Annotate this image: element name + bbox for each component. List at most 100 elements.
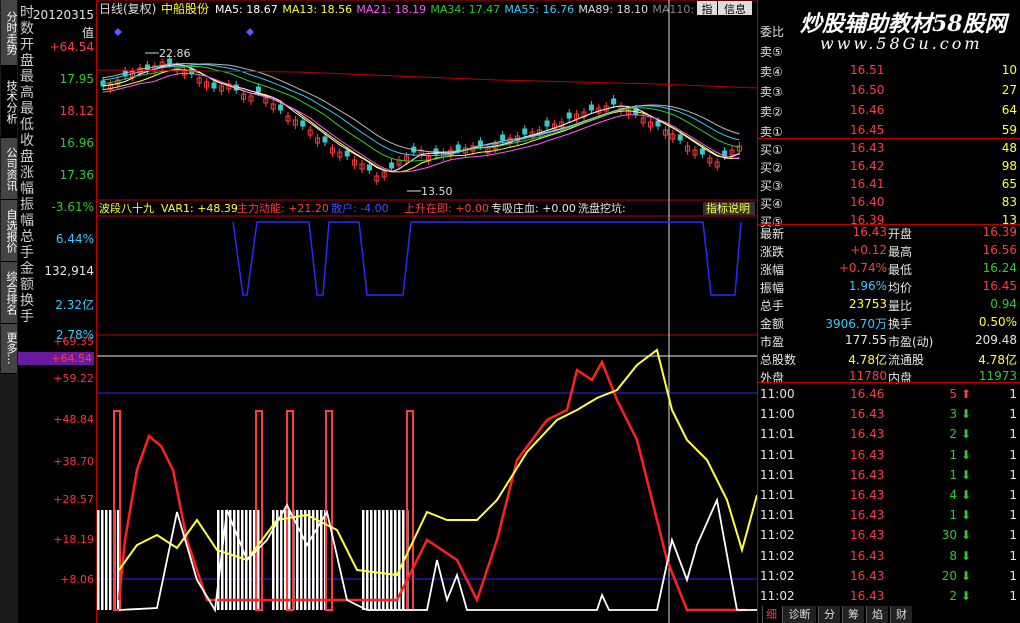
- axis-tick-label: +38.70: [53, 455, 94, 468]
- quote-value: 209.48: [975, 333, 1017, 347]
- bottom-tab[interactable]: 财: [890, 606, 912, 623]
- tick-count: 1: [1009, 427, 1017, 442]
- quote-value: 0.94: [990, 297, 1017, 311]
- quote-row: 总股数 4.78亿 流通股 4.78亿: [758, 348, 1020, 368]
- quote-row: 最新 16.43 开盘 16.39: [758, 222, 1020, 242]
- axis-tick-label: +18.19: [53, 533, 94, 546]
- indicator-axis: +69.35 +64.54 +59.22 +48.84 +38.70 +28.57 +18.…: [18, 335, 97, 623]
- candle-body: [522, 128, 528, 135]
- ask-row: 卖① 16.45 59: [758, 120, 1020, 140]
- tick-row: 11:01 16.43 1 ⬇ 1: [758, 445, 1020, 465]
- tick-time: 11:01: [760, 467, 795, 482]
- quote-value: 16.24: [982, 261, 1017, 275]
- quote-row: 振幅 1.96% 均价 16.45: [758, 276, 1020, 296]
- bid-price: 16.40: [850, 195, 885, 209]
- order-ratio-label: 委比: [760, 25, 785, 39]
- kline-chart[interactable]: 日线(复权) 中船股份 MA5: 18.67 MA13: 18.56 MA21: 1…: [97, 0, 757, 623]
- tick-count: 1: [1009, 467, 1017, 482]
- axis-tick-label: +8.06: [60, 573, 94, 586]
- indicator-bar: [386, 510, 389, 610]
- candle-body: [655, 120, 661, 127]
- indicator-value: 洗盘挖坑:: [578, 201, 626, 215]
- quote-value: 16.45: [982, 279, 1017, 293]
- bid-row: 买① 16.43 48: [758, 138, 1020, 158]
- tab-company-info[interactable]: 公司资讯: [1, 138, 18, 200]
- tick-price: 16.46: [850, 387, 885, 401]
- quote-value: 16.56: [982, 243, 1017, 257]
- down-arrow-icon: ⬇: [960, 488, 971, 502]
- quote-value: 1.96%: [848, 279, 887, 293]
- info-value: 16.96: [59, 136, 94, 150]
- axis-tick-label: +48.84: [53, 413, 94, 426]
- tick-time: 11:02: [760, 548, 795, 563]
- indicator-bar: [308, 510, 311, 610]
- quote-value: +0.74%: [838, 261, 887, 275]
- ask-volume: 10: [1001, 63, 1017, 77]
- signal-marker: [114, 28, 122, 36]
- down-arrow-icon: ⬇: [960, 407, 971, 422]
- quote-value: 177.55: [845, 333, 887, 347]
- quote-value: 16.43: [852, 225, 887, 239]
- tick-row: 11:01 16.43 4 ⬇ 1: [758, 485, 1020, 505]
- indicator-bar: [105, 510, 108, 610]
- candle-body: [455, 144, 461, 151]
- candle-body: [611, 98, 617, 105]
- tick-volume: 1: [949, 467, 957, 482]
- indicator-explain-label: 指标说明: [706, 201, 750, 215]
- window-button-info[interactable]: 信息: [718, 1, 752, 16]
- ma-legend-item: MA34: 17.47: [430, 3, 500, 16]
- bottom-tab[interactable]: 分: [818, 606, 840, 623]
- indicator-value: 主力动能: +21.20: [237, 201, 329, 215]
- candle-body: [278, 104, 284, 111]
- side-tab-bar: 分时走势 技术分析 公司资讯 自选报价 综合排名 更多...: [0, 0, 18, 623]
- indicator-value: 散户: -4.00: [331, 201, 389, 215]
- candle-body: [588, 104, 594, 111]
- info-value: -3.61%: [51, 200, 94, 214]
- tick-price: 16.43: [850, 488, 885, 502]
- ask-row: 卖⑤: [758, 40, 1020, 60]
- ma-line: [97, 69, 757, 89]
- tick-row: 11:02 16.43 8 ⬇ 1: [758, 546, 1020, 566]
- indicator-bar: [382, 510, 385, 610]
- bottom-tab[interactable]: 焰: [866, 606, 888, 623]
- tab-intraday[interactable]: 分时走势: [1, 0, 18, 66]
- tab-watchlist[interactable]: 自选报价: [1, 200, 18, 262]
- candle-body: [322, 136, 328, 143]
- indicator-bar: [229, 510, 232, 610]
- ask-volume: 27: [1001, 83, 1017, 97]
- tab-ranking[interactable]: 综合排名: [1, 262, 18, 324]
- order-ratio-row: 委比: [758, 20, 1020, 40]
- bid-row: 买③ 16.41 65: [758, 174, 1020, 194]
- tick-volume: 2: [949, 427, 957, 442]
- tab-technical[interactable]: 技术分析: [1, 66, 18, 138]
- quote-row: 市盈 177.55 市盈(动) 209.48: [758, 330, 1020, 350]
- info-value: 18.12: [59, 104, 94, 118]
- bottom-tab[interactable]: 细: [762, 606, 780, 623]
- tick-row: 11:02 16.43 30 ⬇ 1: [758, 525, 1020, 545]
- tab-more[interactable]: 更多...: [1, 324, 18, 374]
- bottom-tab[interactable]: 筹: [842, 606, 864, 623]
- ma-legend-item: MA55: 16.76: [504, 3, 574, 16]
- info-label: 手: [20, 309, 34, 325]
- tick-volume: 1: [949, 447, 957, 462]
- indicator-bar: [378, 510, 381, 610]
- tick-volume: 20: [941, 568, 957, 583]
- tick-time: 11:00: [760, 407, 795, 422]
- tick-time: 11:01: [760, 488, 795, 502]
- bottom-tab[interactable]: 诊断: [782, 606, 816, 623]
- quote-value: +0.12: [850, 243, 887, 257]
- candle-body: [699, 148, 705, 155]
- indicator-bar: [374, 510, 377, 610]
- indicator-bar: [249, 510, 252, 610]
- indicator-bar: [370, 510, 373, 610]
- window-button-pin[interactable]: 指: [697, 1, 717, 16]
- info-value: 6.44%: [55, 232, 94, 246]
- quote-value: 11780: [848, 369, 887, 383]
- candle-body: [300, 120, 306, 127]
- tick-volume: 8: [949, 548, 957, 563]
- info-value: 17.36: [59, 168, 94, 182]
- bid-price: 16.42: [850, 159, 885, 173]
- ask-row: 卖② 16.46 64: [758, 100, 1020, 120]
- axis-tick-label: +59.22: [53, 372, 94, 385]
- tick-row: 11:00 16.46 5 ⬆ 1: [758, 384, 1020, 404]
